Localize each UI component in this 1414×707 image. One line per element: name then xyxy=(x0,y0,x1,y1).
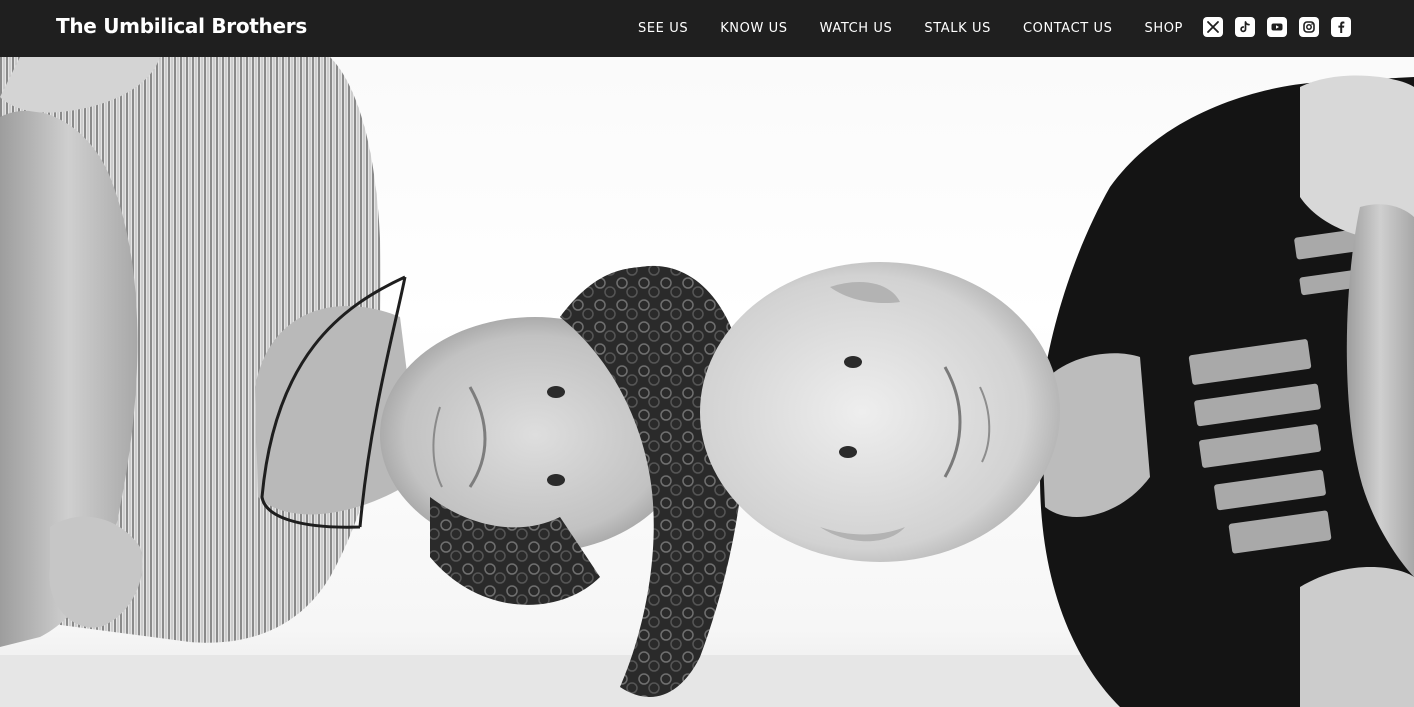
hero-photo xyxy=(0,57,1414,707)
tiktok-icon[interactable] xyxy=(1235,17,1255,37)
youtube-icon[interactable] xyxy=(1267,17,1287,37)
nav-stalk-us[interactable]: STALK US xyxy=(908,21,1007,36)
nav-know-us[interactable]: KNOW US xyxy=(704,21,803,36)
main-nav: SEE US KNOW US WATCH US STALK US CONTACT… xyxy=(622,0,1199,57)
x-icon[interactable] xyxy=(1203,17,1223,37)
instagram-icon[interactable] xyxy=(1299,17,1319,37)
nav-shop[interactable]: SHOP xyxy=(1129,21,1200,36)
social-links xyxy=(1203,17,1351,37)
facebook-icon[interactable] xyxy=(1331,17,1351,37)
nav-contact-us[interactable]: CONTACT US xyxy=(1007,21,1129,36)
site-logo-link[interactable]: The Umbilical Brothers xyxy=(56,14,307,38)
nav-see-us[interactable]: SEE US xyxy=(622,21,704,36)
nav-watch-us[interactable]: WATCH US xyxy=(804,21,909,36)
hero-photo-illustration xyxy=(0,57,1414,707)
top-navigation-bar: The Umbilical Brothers SEE US KNOW US WA… xyxy=(0,0,1414,57)
